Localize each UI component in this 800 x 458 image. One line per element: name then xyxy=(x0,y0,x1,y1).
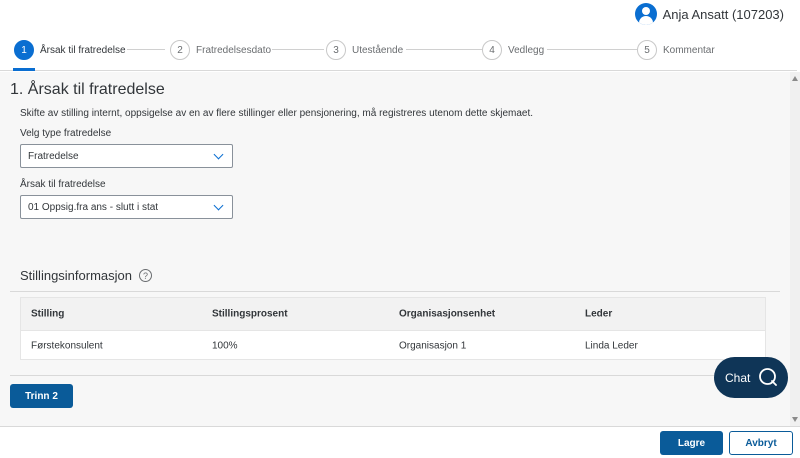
user-menu[interactable]: Anja Ansatt (107203) xyxy=(634,3,784,25)
step-connector xyxy=(272,49,324,50)
type-select[interactable]: Fratredelse xyxy=(20,144,233,168)
chat-bubble-icon xyxy=(759,368,777,386)
column-header: Stillingsprosent xyxy=(212,308,288,320)
footer-bar: Lagre Avbryt xyxy=(0,426,800,458)
step-5[interactable]: 5 Kommentar xyxy=(637,39,715,61)
type-field-label: Velg type fratredelse xyxy=(20,128,112,139)
wizard-stepper: 1 Årsak til fratredelse 2 Fratredelsesda… xyxy=(0,30,797,71)
user-avatar-icon xyxy=(634,3,657,25)
step-number: 2 xyxy=(170,40,190,60)
table-cell: Organisasjon 1 xyxy=(399,340,467,351)
position-table: Stilling Stillingsprosent Organisasjonse… xyxy=(20,297,766,360)
section-title: Stillingsinformasjon ? xyxy=(20,268,152,283)
step-1[interactable]: 1 Årsak til fratredelse xyxy=(14,39,126,61)
table-header: Stilling Stillingsprosent Organisasjonse… xyxy=(21,298,765,331)
reason-select[interactable]: 01 Oppsig.fra ans - slutt i stat xyxy=(20,195,233,219)
table-cell: 100% xyxy=(212,340,238,351)
table-row: Førstekonsulent 100% Organisasjon 1 Lind… xyxy=(21,331,765,360)
form-content: 1. Årsak til fratredelse Skifte av still… xyxy=(0,72,790,426)
step-label: Vedlegg xyxy=(508,44,545,56)
step-connector xyxy=(547,49,637,50)
user-name: Anja Ansatt (107203) xyxy=(662,6,784,22)
step-label: Årsak til fratredelse xyxy=(40,44,126,56)
step-connector xyxy=(127,49,165,50)
step-connector xyxy=(406,49,482,50)
chevron-down-icon xyxy=(213,149,224,160)
page-title: 1. Årsak til fratredelse xyxy=(10,81,165,98)
column-header: Organisasjonsenhet xyxy=(399,308,496,320)
active-step-indicator xyxy=(13,68,35,71)
column-header: Stilling xyxy=(31,308,65,320)
scrollbar[interactable] xyxy=(790,72,800,426)
step-number: 5 xyxy=(637,40,657,60)
step-label: Kommentar xyxy=(663,44,715,56)
scroll-down-icon[interactable] xyxy=(792,417,798,422)
reason-select-value: 01 Oppsig.fra ans - slutt i stat xyxy=(28,201,159,213)
table-cell: Førstekonsulent xyxy=(31,340,103,351)
chevron-down-icon xyxy=(213,200,224,211)
section-title-text: Stillingsinformasjon xyxy=(20,268,132,283)
cancel-button[interactable]: Avbryt xyxy=(729,431,793,455)
step-4[interactable]: 4 Vedlegg xyxy=(482,39,544,61)
step-number: 1 xyxy=(14,40,34,60)
step-3[interactable]: 3 Utestående xyxy=(326,39,403,61)
info-text: Skifte av stilling internt, oppsigelse a… xyxy=(20,108,534,119)
divider xyxy=(10,375,780,376)
divider xyxy=(10,291,780,292)
step-label: Utestående xyxy=(352,44,404,56)
type-select-value: Fratredelse xyxy=(28,150,79,162)
step-number: 4 xyxy=(482,40,502,60)
step-number: 3 xyxy=(326,40,346,60)
scroll-up-icon[interactable] xyxy=(792,76,798,81)
save-button[interactable]: Lagre xyxy=(660,431,723,455)
step-2[interactable]: 2 Fratredelsesdato xyxy=(170,39,271,61)
step-label: Fratredelsesdato xyxy=(196,44,272,56)
next-step-button[interactable]: Trinn 2 xyxy=(10,384,73,408)
column-header: Leder xyxy=(585,308,613,320)
reason-field-label: Årsak til fratredelse xyxy=(20,179,106,190)
table-cell: Linda Leder xyxy=(585,340,638,351)
top-bar: Anja Ansatt (107203) xyxy=(0,0,800,28)
help-icon[interactable]: ? xyxy=(139,269,152,282)
chat-button[interactable]: Chat xyxy=(714,357,788,398)
chat-label: Chat xyxy=(725,370,751,385)
